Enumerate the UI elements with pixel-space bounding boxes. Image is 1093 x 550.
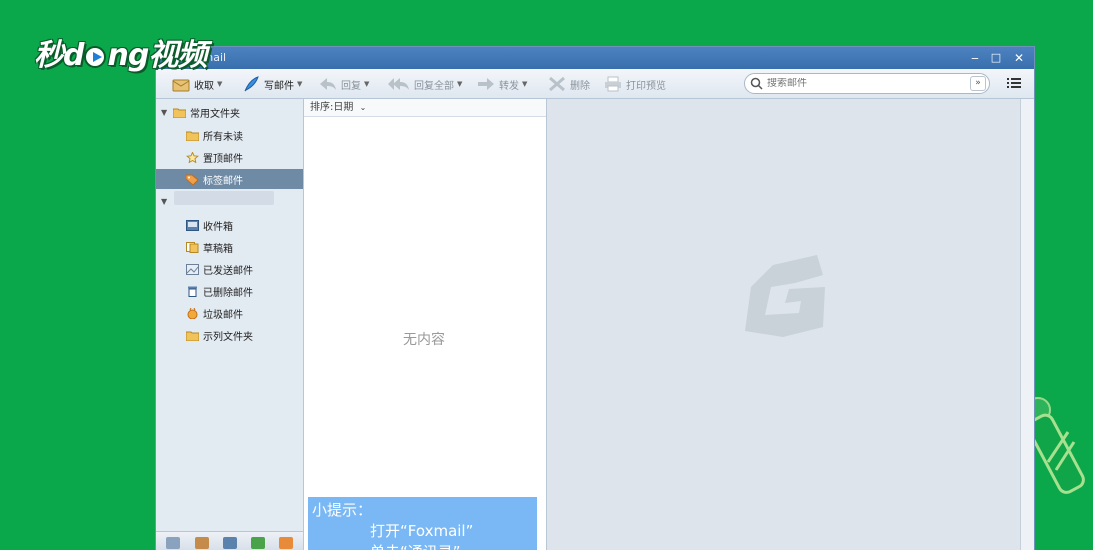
close-button[interactable]: ✕ [1009, 49, 1029, 67]
tip-title: 小提示： [312, 501, 373, 519]
search-options-icon[interactable]: » [970, 76, 986, 91]
delete-button[interactable]: 删除 [548, 75, 590, 93]
sidebar-item-unread[interactable]: 所有未读 [156, 125, 303, 145]
tag-icon [186, 174, 199, 185]
compose-label: 写邮件 [264, 80, 294, 92]
foxmail-window: xmail ‒ □ ✕ 收取 ▼ 写邮件 ▼ 回复 ▼ 回复全部 ▼ 转发 ▼ … [155, 46, 1035, 550]
sidebar-item-label: 已发送邮件 [203, 265, 253, 277]
chevron-down-icon: ▼ [522, 80, 528, 88]
print-preview-label: 打印预览 [626, 80, 666, 92]
sidebar-item-label: 示列文件夹 [203, 331, 253, 343]
forward-label: 转发 [499, 80, 519, 92]
sidebar-item-sample-folder[interactable]: 示列文件夹 [156, 325, 303, 345]
sort-label: 排序:日期 [310, 102, 354, 113]
menu-list-icon[interactable] [1007, 77, 1021, 89]
reply-label: 回复 [341, 80, 361, 92]
sidebar-item-label: 垃圾邮件 [203, 309, 243, 321]
chevron-down-icon: ⌄ [359, 103, 367, 112]
rss-module-icon[interactable] [279, 537, 293, 549]
title-bar: xmail ‒ □ ✕ [156, 47, 1034, 69]
reply-all-icon [388, 78, 409, 90]
delete-label: 删除 [570, 80, 590, 92]
play-icon [84, 45, 107, 68]
sidebar-item-pinned[interactable]: 置顶邮件 [156, 147, 303, 167]
mascot-decoration [1030, 397, 1085, 494]
inbox-icon [186, 219, 199, 231]
calendar-module-icon[interactable] [223, 537, 237, 549]
sort-dropdown[interactable]: 排序:日期 ⌄ [304, 99, 546, 117]
chevron-down-icon: ▼ [217, 80, 223, 88]
feather-pen-icon [244, 76, 259, 92]
trash-icon [188, 286, 197, 297]
drafts-icon [186, 241, 199, 253]
sidebar-item-deleted[interactable]: 已删除邮件 [156, 281, 303, 301]
forward-icon [478, 78, 494, 90]
watermark-logo: 秒d ng视频 [34, 38, 207, 73]
minimize-button[interactable]: ‒ [965, 49, 985, 67]
account-name-redacted [174, 191, 274, 205]
sidebar-item-label: 草稿箱 [203, 243, 233, 255]
reply-all-label: 回复全部 [414, 80, 454, 92]
folder-icon [186, 131, 199, 141]
toolbar: 收取 ▼ 写邮件 ▼ 回复 ▼ 回复全部 ▼ 转发 ▼ 删除 打印预览 搜索邮件… [156, 69, 1034, 99]
expand-arrow-icon[interactable]: ▼ [161, 108, 167, 117]
sidebar-item-label: 已删除邮件 [203, 287, 253, 299]
notes-module-icon[interactable] [251, 537, 265, 549]
tip-overlay: 小提示： 打开“Foxmail” 单击“通讯录” [308, 497, 537, 550]
search-icon [750, 77, 763, 90]
folder-tree: ▼ 常用文件夹 所有未读 置顶邮件 标签邮件 ▼ 收件箱 草稿箱 已发送邮件 已… [156, 99, 304, 550]
sidebar-item-tagged[interactable]: 标签邮件 [156, 169, 303, 189]
reply-button[interactable]: 回复 ▼ [319, 75, 369, 93]
sidebar-item-label: 置顶邮件 [203, 153, 243, 165]
print-preview-button[interactable]: 打印预览 [604, 75, 666, 93]
star-icon [186, 151, 199, 163]
sidebar-item-label: 收件箱 [203, 221, 233, 233]
chevron-down-icon: ▼ [364, 80, 370, 88]
common-folders-group[interactable]: ▼ 常用文件夹 [156, 102, 303, 122]
common-folders-label: 常用文件夹 [190, 108, 240, 120]
sent-icon [186, 263, 199, 275]
sidebar-item-spam[interactable]: 垃圾邮件 [156, 303, 303, 323]
sidebar-item-inbox[interactable]: 收件箱 [156, 215, 303, 235]
delete-icon [549, 76, 565, 92]
folder-icon [173, 108, 186, 118]
mail-list-pane: 排序:日期 ⌄ 无内容 小提示： 打开“Foxmail” 单击“通讯录” [304, 99, 547, 550]
chevron-down-icon: ▼ [457, 80, 463, 88]
mail-module-icon[interactable] [166, 537, 180, 549]
reply-all-button[interactable]: 回复全部 ▼ [388, 75, 462, 93]
spam-icon [187, 307, 198, 319]
module-switcher-bar [156, 531, 303, 550]
sidebar-item-sent[interactable]: 已发送邮件 [156, 259, 303, 279]
tip-line-2: 单击“通讯录” [312, 542, 533, 550]
search-input[interactable] [767, 78, 957, 89]
sidebar-item-label: 标签邮件 [203, 175, 243, 187]
receive-mail-icon [172, 79, 190, 92]
search-box: » [744, 73, 990, 94]
forward-button[interactable]: 转发 ▼ [477, 75, 527, 93]
foxmail-logo-icon [745, 255, 825, 337]
contacts-module-icon[interactable] [195, 537, 209, 549]
reading-pane [547, 99, 1020, 550]
maximize-button[interactable]: □ [986, 49, 1006, 67]
sidebar-item-label: 所有未读 [203, 131, 243, 143]
vertical-scrollbar[interactable] [1020, 99, 1034, 550]
reply-icon [320, 78, 336, 90]
compose-button[interactable]: 写邮件 ▼ [242, 75, 302, 93]
folder-icon [186, 331, 199, 341]
receive-label: 收取 [194, 80, 214, 92]
empty-list-message: 无内容 [403, 332, 445, 348]
expand-arrow-icon[interactable]: ▼ [161, 197, 167, 206]
receive-button[interactable]: 收取 ▼ [172, 75, 222, 93]
sidebar-item-drafts[interactable]: 草稿箱 [156, 237, 303, 257]
tip-line-1: 打开“Foxmail” [370, 522, 474, 540]
printer-icon [605, 76, 621, 92]
chevron-down-icon: ▼ [297, 80, 303, 88]
